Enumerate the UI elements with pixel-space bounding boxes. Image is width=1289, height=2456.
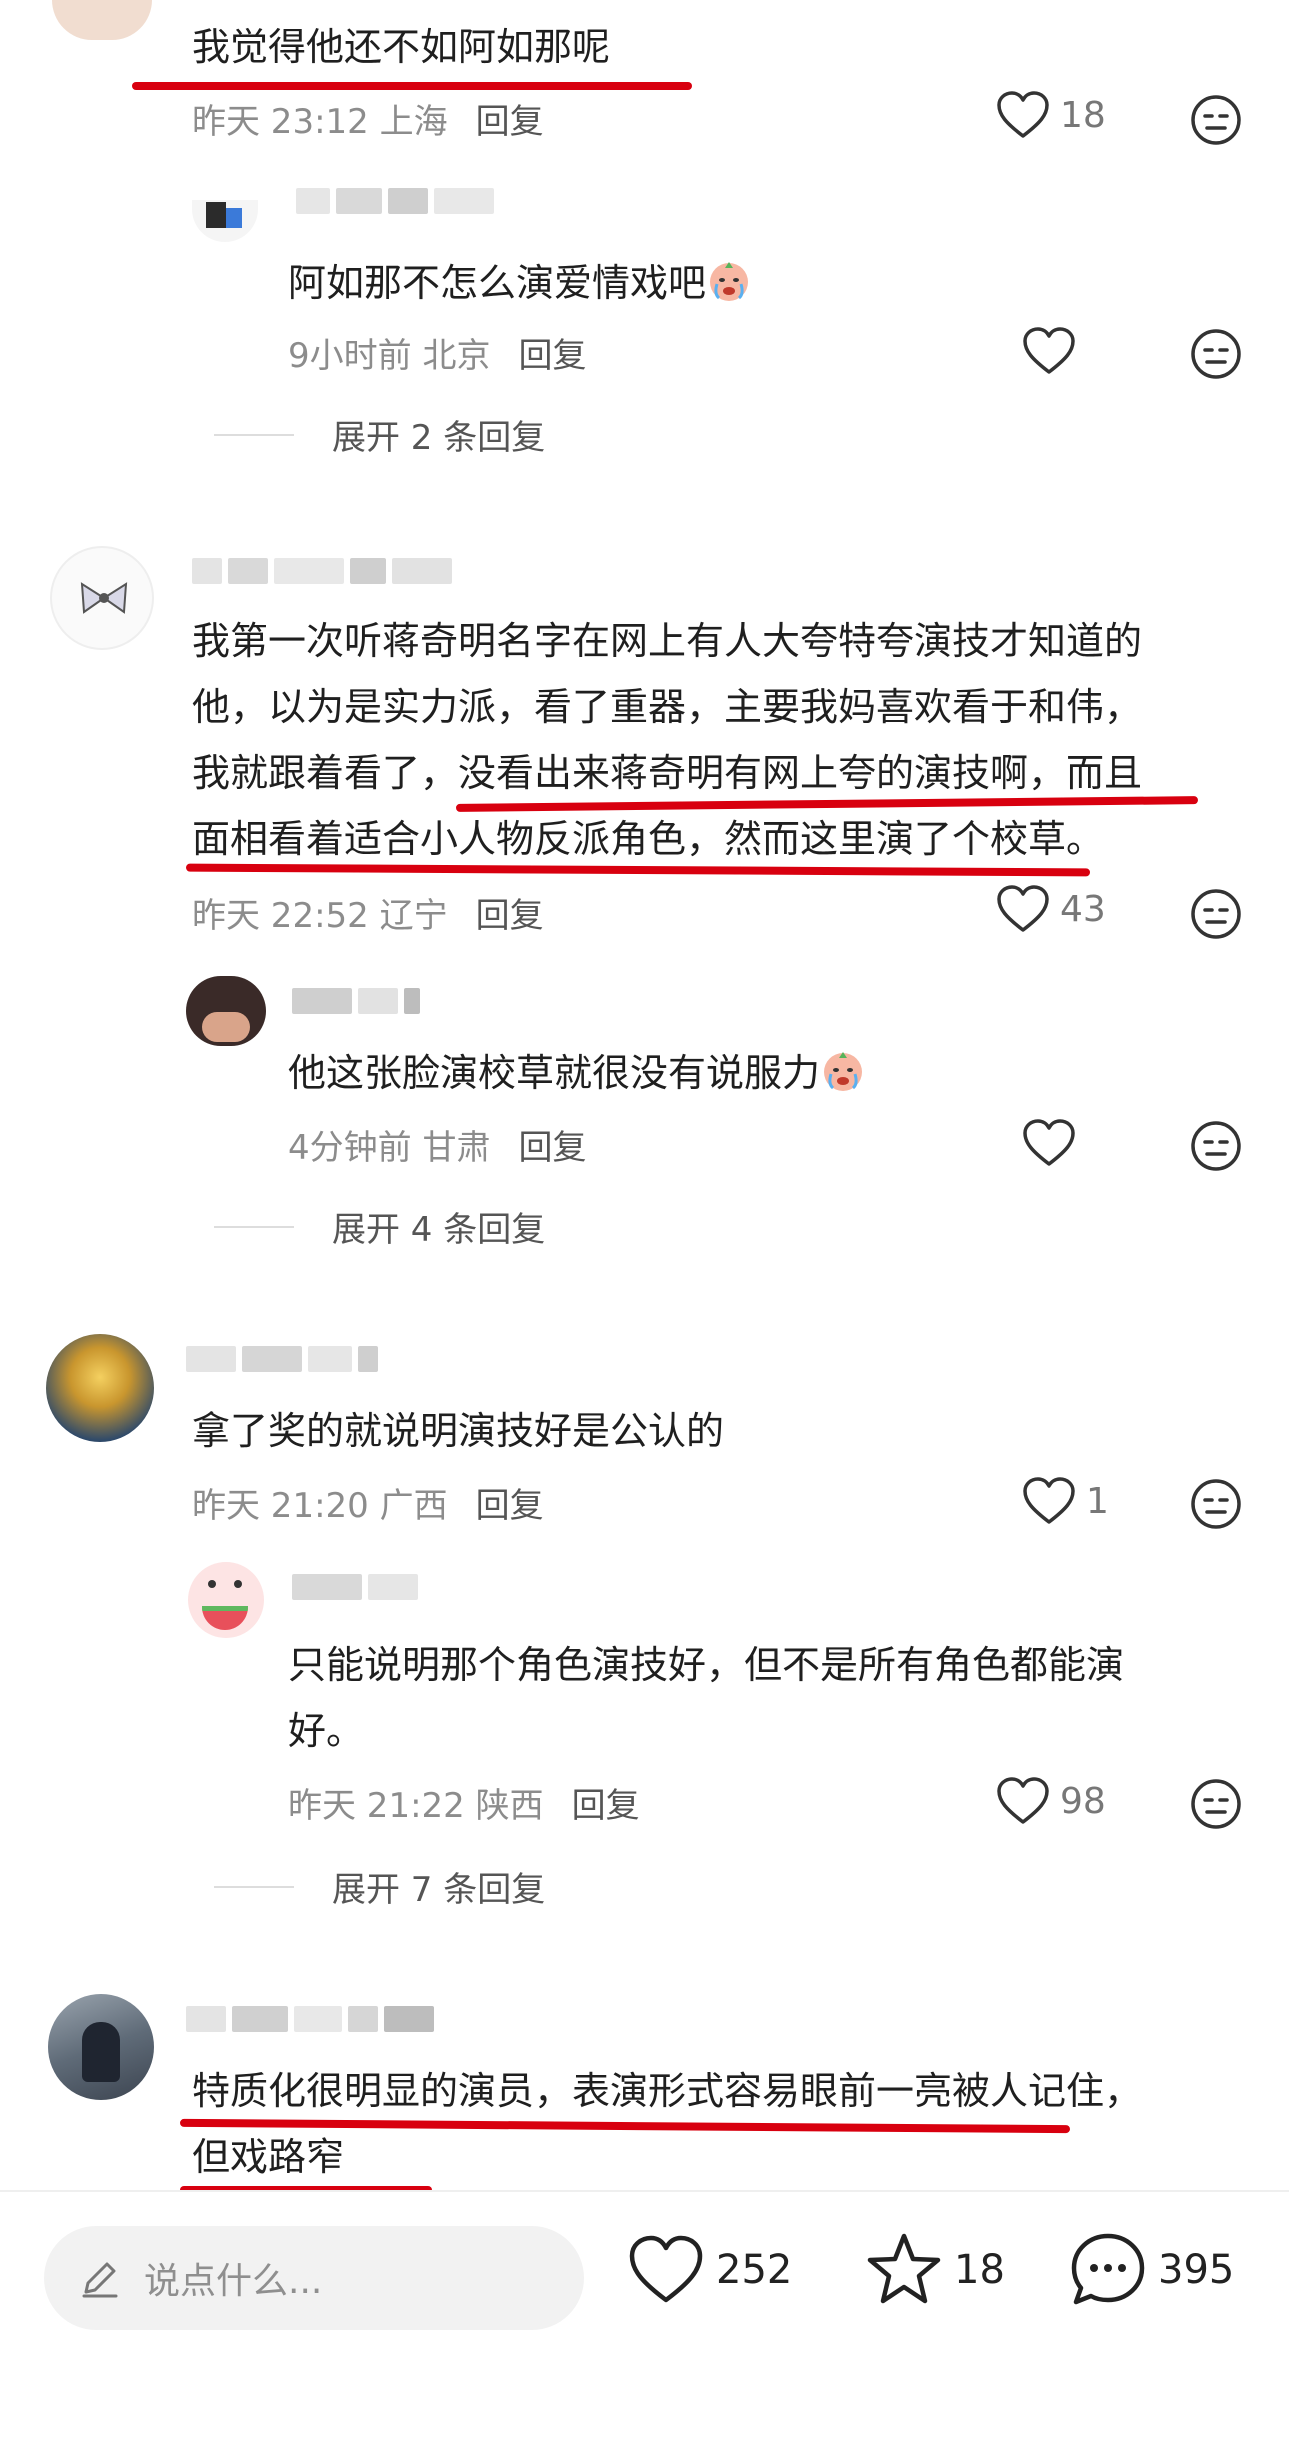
reply-text: 他这张脸演校草就很没有说服力: [288, 1040, 866, 1106]
dislike-face-icon[interactable]: [1190, 94, 1242, 146]
avatar[interactable]: [46, 1334, 154, 1442]
annotation-underline: [132, 82, 692, 90]
crying-face-emoji-icon: [824, 1052, 863, 1091]
reply-button[interactable]: 回复: [476, 896, 544, 936]
expand-replies-label: 展开 4 条回复: [332, 1210, 546, 1250]
dislike-face-icon[interactable]: [1190, 1120, 1242, 1172]
username-blurred: [186, 2004, 434, 2034]
like-count: 1: [1086, 1480, 1109, 1522]
dislike-face-icon[interactable]: [1190, 1478, 1242, 1530]
comment-time: 昨天 22:52 辽宁: [192, 896, 448, 936]
heart-icon: [997, 1777, 1049, 1824]
like-button[interactable]: 18: [996, 90, 1106, 140]
favorite-button[interactable]: 18: [864, 2230, 1005, 2310]
reply-button[interactable]: 回复: [518, 336, 586, 376]
comment-time: 昨天 21:20 广西: [192, 1486, 448, 1526]
dislike-face-icon[interactable]: [1190, 328, 1242, 380]
like-button[interactable]: [1022, 1118, 1086, 1168]
like-post-button[interactable]: 252: [626, 2230, 792, 2310]
heart-icon: [1023, 1477, 1075, 1524]
expand-replies-label: 展开 7 条回复: [332, 1870, 546, 1910]
comment-meta: 昨天 21:20 广西 回复: [192, 1478, 544, 1527]
like-count: 98: [1060, 1780, 1106, 1822]
comment-text: 拿了奖的就说明演技好是公认的: [192, 1409, 725, 1453]
username-blurred: [192, 556, 452, 586]
like-button[interactable]: 98: [996, 1776, 1106, 1826]
heart-icon: [629, 2235, 703, 2303]
heart-icon: [1023, 1119, 1075, 1166]
expand-replies-button[interactable]: 展开 7 条回复: [214, 1862, 545, 1911]
avatar[interactable]: [48, 1994, 154, 2100]
favorite-count: 18: [954, 2247, 1005, 2293]
username-blurred: [292, 986, 420, 1016]
reply-meta: 9小时前 北京 回复: [288, 328, 586, 377]
reply-time: 4分钟前 甘肃: [288, 1128, 491, 1168]
expand-replies-button[interactable]: 展开 2 条回复: [214, 410, 545, 459]
reply-meta: 昨天 21:22 陕西 回复: [288, 1778, 640, 1827]
reply-time: 9小时前 北京: [288, 336, 491, 376]
like-button[interactable]: [1022, 326, 1086, 376]
like-button[interactable]: 43: [996, 884, 1106, 934]
username-blurred: [292, 1572, 418, 1602]
reply-time: 昨天 21:22 陕西: [288, 1786, 544, 1826]
chat-bubble-icon: [1071, 2233, 1145, 2305]
reply-button[interactable]: 回复: [476, 102, 544, 142]
reply-button[interactable]: 回复: [572, 1786, 640, 1826]
username-blurred: [296, 186, 494, 216]
comment-text: 我觉得他还不如阿如那呢: [192, 25, 611, 69]
expand-replies-label: 展开 2 条回复: [332, 418, 546, 458]
reply-meta: 4分钟前 甘肃 回复: [288, 1120, 586, 1169]
star-icon: [867, 2233, 941, 2304]
dislike-face-icon[interactable]: [1190, 1778, 1242, 1830]
divider: [214, 1225, 294, 1228]
like-button[interactable]: 1: [1022, 1476, 1109, 1526]
bow-icon: [80, 582, 128, 614]
reply-button[interactable]: 回复: [518, 1128, 586, 1168]
post-like-count: 252: [716, 2247, 793, 2293]
like-count: 43: [1060, 888, 1106, 930]
comment-input-placeholder: 说点什么...: [144, 2261, 323, 2302]
username-blurred: [186, 1344, 378, 1374]
comment-meta: 昨天 23:12 上海 回复: [192, 94, 544, 143]
avatar[interactable]: [52, 0, 152, 40]
comment-text: 我第一次听蒋奇明名字在网上有人大夸特夸演技才知道的 他，以为是实力派，看了重器，…: [192, 619, 1143, 861]
avatar[interactable]: [186, 976, 266, 1046]
comment-meta: 昨天 22:52 辽宁 回复: [192, 888, 544, 937]
reply-text: 只能说明那个角色演技好，但不是所有角色都能演 好。: [288, 1643, 1125, 1753]
heart-icon: [997, 885, 1049, 932]
divider: [214, 1885, 294, 1888]
comment-time: 昨天 23:12 上海: [192, 102, 448, 142]
heart-icon: [997, 91, 1049, 138]
dislike-face-icon[interactable]: [1190, 888, 1242, 940]
comment-input[interactable]: 说点什么...: [44, 2226, 584, 2330]
reply-text: 阿如那不怎么演爱情戏吧: [288, 250, 752, 316]
reply-button[interactable]: 回复: [476, 1486, 544, 1526]
bottom-action-bar: 说点什么... 252 18 395: [0, 2190, 1289, 2456]
pencil-icon: [82, 2262, 118, 2298]
comments-button[interactable]: 395: [1068, 2230, 1234, 2310]
crying-face-emoji-icon: [710, 262, 749, 301]
avatar[interactable]: [50, 546, 154, 650]
avatar[interactable]: [188, 1562, 264, 1638]
like-count: 18: [1060, 94, 1106, 136]
comment-count: 395: [1158, 2247, 1235, 2293]
heart-icon: [1023, 327, 1075, 374]
expand-replies-button[interactable]: 展开 4 条回复: [214, 1202, 545, 1251]
avatar[interactable]: [192, 200, 258, 242]
divider: [214, 433, 294, 436]
